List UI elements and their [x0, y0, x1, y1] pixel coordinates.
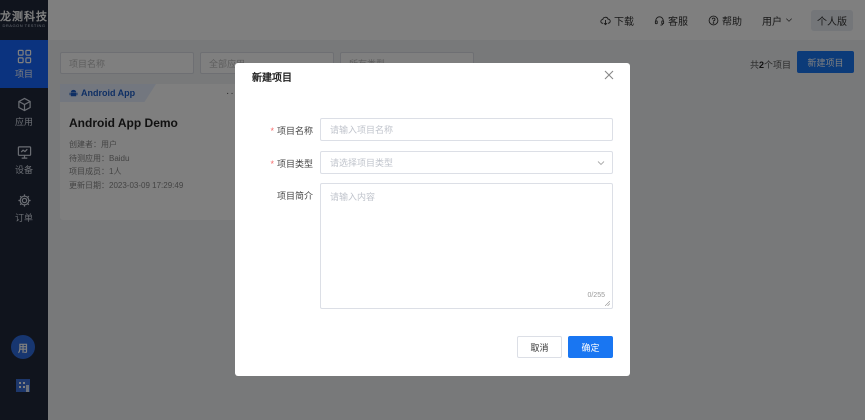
project-description-textarea[interactable]: 请输入内容 0/255 — [320, 183, 613, 309]
chevron-down-icon — [597, 161, 605, 166]
cancel-button[interactable]: 取消 — [517, 336, 562, 358]
close-icon[interactable] — [604, 70, 614, 80]
name-label: * 项目名称 — [270, 126, 313, 136]
desc-label: 项目简介 — [276, 191, 313, 201]
description-placeholder: 请输入内容 — [330, 192, 376, 202]
project-name-input[interactable]: 请输入项目名称 — [320, 118, 613, 141]
confirm-button[interactable]: 确定 — [568, 336, 613, 358]
project-type-placeholder: 请选择项目类型 — [330, 158, 394, 168]
name-label-text: 项目名称 — [276, 126, 313, 136]
char-counter: 0/255 — [587, 292, 605, 299]
new-project-dialog: 新建项目 * 项目名称 请输入项目名称 * 项目类型 请选择项目类型 项目简介 请输… — [235, 63, 630, 376]
type-label-text: 项目类型 — [276, 159, 313, 169]
dialog-title: 新建项目 — [252, 72, 292, 84]
resize-grip-icon[interactable] — [605, 301, 610, 306]
type-label: * 项目类型 — [270, 159, 313, 169]
project-type-select[interactable]: 请选择项目类型 — [320, 151, 613, 174]
